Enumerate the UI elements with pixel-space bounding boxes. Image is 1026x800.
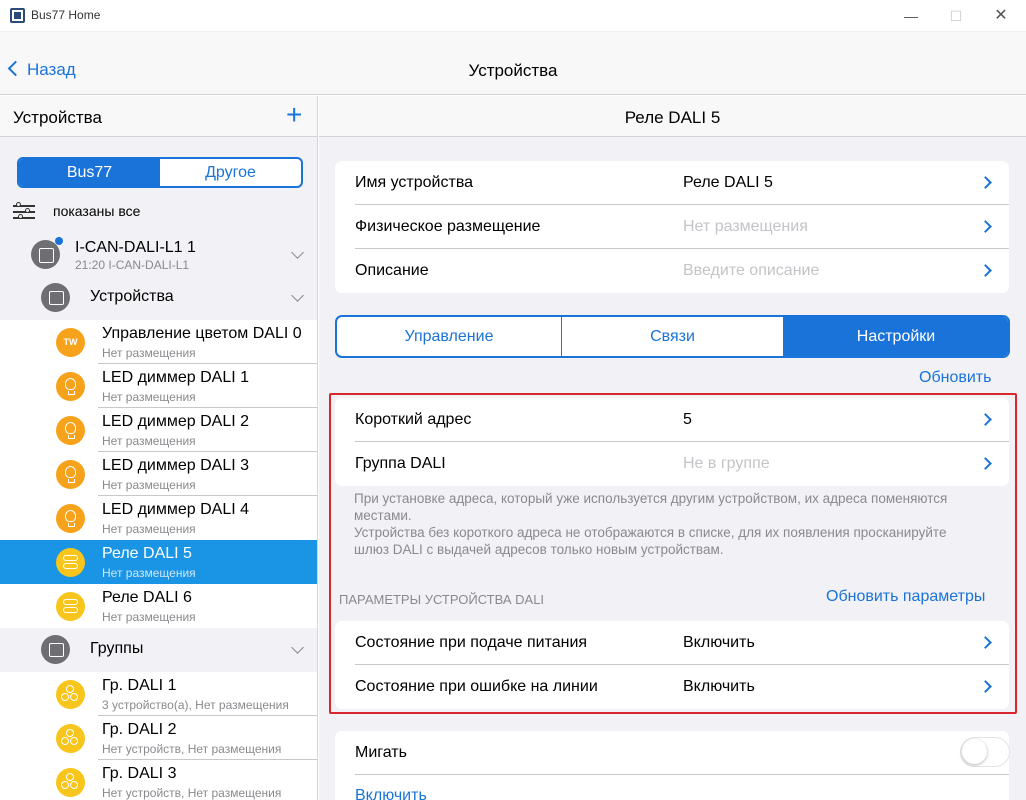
device-row[interactable]: LED диммер DALI 1 Нет размещения bbox=[0, 364, 317, 408]
device-row[interactable]: TW Управление цветом DALI 0 Нет размещен… bbox=[0, 320, 317, 364]
folder-icon bbox=[41, 283, 70, 312]
chevron-down-icon[interactable] bbox=[291, 289, 304, 302]
color-temperature-icon: TW bbox=[56, 328, 85, 357]
group-info: Нет устройств, Нет размещения bbox=[102, 786, 282, 800]
placement-value: Нет размещения bbox=[683, 218, 808, 235]
description-row[interactable]: Описание Введите описание bbox=[335, 249, 1009, 293]
window-titlebar: Bus77 Home — ☐ ✕ bbox=[0, 0, 1026, 32]
device-name: LED диммер DALI 3 bbox=[102, 457, 249, 474]
device-name-value: Реле DALI 5 bbox=[683, 174, 773, 191]
device-placement: Нет размещения bbox=[102, 346, 196, 360]
device-placement: Нет размещения bbox=[102, 478, 196, 492]
filter-icon bbox=[13, 202, 35, 219]
detail-title: Реле DALI 5 bbox=[624, 108, 721, 127]
placement-row[interactable]: Физическое размещение Нет размещения bbox=[335, 205, 1009, 249]
gateway-row[interactable]: I-CAN-DALI-L1 1 21:20 I-CAN-DALI-L1 bbox=[0, 236, 317, 274]
blink-row: Мигать bbox=[335, 731, 1010, 775]
group-info: 3 устройство(а), Нет размещения bbox=[102, 698, 289, 712]
app-icon bbox=[10, 8, 25, 23]
group-icon bbox=[56, 680, 85, 709]
device-row[interactable]: LED диммер DALI 2 Нет размещения bbox=[0, 408, 317, 452]
relay-switch-icon bbox=[56, 548, 85, 577]
devices-folder-row[interactable]: Устройства bbox=[0, 276, 317, 320]
device-name: Реле DALI 6 bbox=[102, 589, 192, 606]
devices-folder-label: Устройства bbox=[90, 288, 174, 305]
blink-toggle[interactable] bbox=[960, 737, 1010, 767]
bulb-icon bbox=[56, 460, 85, 489]
source-segmented-control: Bus77 Другое bbox=[17, 157, 303, 188]
device-placement: Нет размещения bbox=[102, 434, 196, 448]
detail-header: Реле DALI 5 bbox=[319, 96, 1026, 137]
bulb-icon bbox=[56, 504, 85, 533]
groups-folder-row[interactable]: Группы bbox=[0, 628, 317, 672]
group-row[interactable]: Гр. DALI 1 3 устройство(а), Нет размещен… bbox=[0, 672, 317, 716]
window-title: Bus77 Home bbox=[31, 8, 101, 22]
blink-label: Мигать bbox=[355, 744, 407, 761]
refresh-button[interactable]: Обновить bbox=[919, 369, 991, 387]
relay-switch-icon bbox=[56, 592, 85, 621]
placement-label: Физическое размещение bbox=[355, 218, 541, 235]
group-icon bbox=[56, 768, 85, 797]
group-name: Гр. DALI 3 bbox=[102, 765, 177, 782]
nav-bar: Назад Устройства bbox=[0, 32, 1026, 95]
folder-icon bbox=[41, 635, 70, 664]
group-icon bbox=[56, 724, 85, 753]
chevron-right-icon bbox=[979, 264, 992, 277]
segment-bus77[interactable]: Bus77 bbox=[19, 159, 160, 186]
device-placement: Нет размещения bbox=[102, 390, 196, 404]
gateway-name: I-CAN-DALI-L1 1 bbox=[75, 239, 196, 256]
chevron-down-icon[interactable] bbox=[291, 641, 304, 654]
detail-tabs: Управление Связи Настройки bbox=[335, 315, 1010, 358]
device-row[interactable]: LED диммер DALI 3 Нет размещения bbox=[0, 452, 317, 496]
device-placement: Нет размещения bbox=[102, 522, 196, 536]
group-row[interactable]: Гр. DALI 3 Нет устройств, Нет размещения bbox=[0, 760, 317, 800]
blink-card: Мигать Включить bbox=[335, 731, 1010, 800]
chip-icon bbox=[31, 240, 60, 269]
page-title: Устройства bbox=[468, 61, 558, 80]
bulb-icon bbox=[56, 416, 85, 445]
description-label: Описание bbox=[355, 262, 429, 279]
chevron-right-icon bbox=[979, 220, 992, 233]
bulb-icon bbox=[56, 372, 85, 401]
device-placement: Нет размещения bbox=[102, 566, 196, 580]
sidebar-title: Устройства bbox=[13, 108, 102, 127]
chevron-right-icon bbox=[979, 176, 992, 189]
device-name-row[interactable]: Имя устройства Реле DALI 5 bbox=[335, 161, 1009, 205]
device-name-label: Имя устройства bbox=[355, 174, 474, 191]
device-row-selected[interactable]: Реле DALI 5 Нет размещения bbox=[0, 540, 317, 584]
device-name: LED диммер DALI 1 bbox=[102, 369, 249, 386]
group-name: Гр. DALI 1 bbox=[102, 677, 177, 694]
description-value: Введите описание bbox=[683, 262, 820, 279]
highlight-box bbox=[329, 393, 1017, 714]
device-name: LED диммер DALI 4 bbox=[102, 501, 249, 518]
filter-label: показаны все bbox=[53, 203, 141, 219]
groups-folder-label: Группы bbox=[90, 640, 144, 657]
add-device-button[interactable]: + bbox=[286, 100, 302, 130]
status-dot bbox=[55, 237, 63, 245]
detail-panel: Реле DALI 5 Имя устройства Реле DALI 5 Ф… bbox=[319, 96, 1026, 800]
enable-button[interactable]: Включить bbox=[355, 787, 427, 800]
sidebar: Устройства + Bus77 Другое показаны все I… bbox=[0, 96, 318, 800]
chevron-down-icon[interactable] bbox=[291, 246, 304, 259]
group-name: Гр. DALI 2 bbox=[102, 721, 177, 738]
tab-links[interactable]: Связи bbox=[562, 317, 784, 356]
maximize-button[interactable]: ☐ bbox=[933, 0, 979, 32]
sidebar-header: Устройства + bbox=[0, 96, 317, 137]
close-button[interactable]: ✕ bbox=[978, 0, 1024, 32]
device-name: LED диммер DALI 2 bbox=[102, 413, 249, 430]
gateway-sub: 21:20 I-CAN-DALI-L1 bbox=[75, 258, 190, 272]
group-info: Нет устройств, Нет размещения bbox=[102, 742, 282, 756]
tab-settings[interactable]: Настройки bbox=[784, 317, 1008, 356]
minimize-button[interactable]: — bbox=[888, 0, 934, 32]
device-row[interactable]: LED диммер DALI 4 Нет размещения bbox=[0, 496, 317, 540]
device-info-card: Имя устройства Реле DALI 5 Физическое ра… bbox=[335, 161, 1009, 293]
tab-control[interactable]: Управление bbox=[337, 317, 562, 356]
segment-other[interactable]: Другое bbox=[160, 159, 301, 186]
device-row[interactable]: Реле DALI 6 Нет размещения bbox=[0, 584, 317, 628]
device-name: Реле DALI 5 bbox=[102, 545, 192, 562]
device-placement: Нет размещения bbox=[102, 610, 196, 624]
device-name: Управление цветом DALI 0 bbox=[102, 325, 302, 342]
group-row[interactable]: Гр. DALI 2 Нет устройств, Нет размещения bbox=[0, 716, 317, 760]
